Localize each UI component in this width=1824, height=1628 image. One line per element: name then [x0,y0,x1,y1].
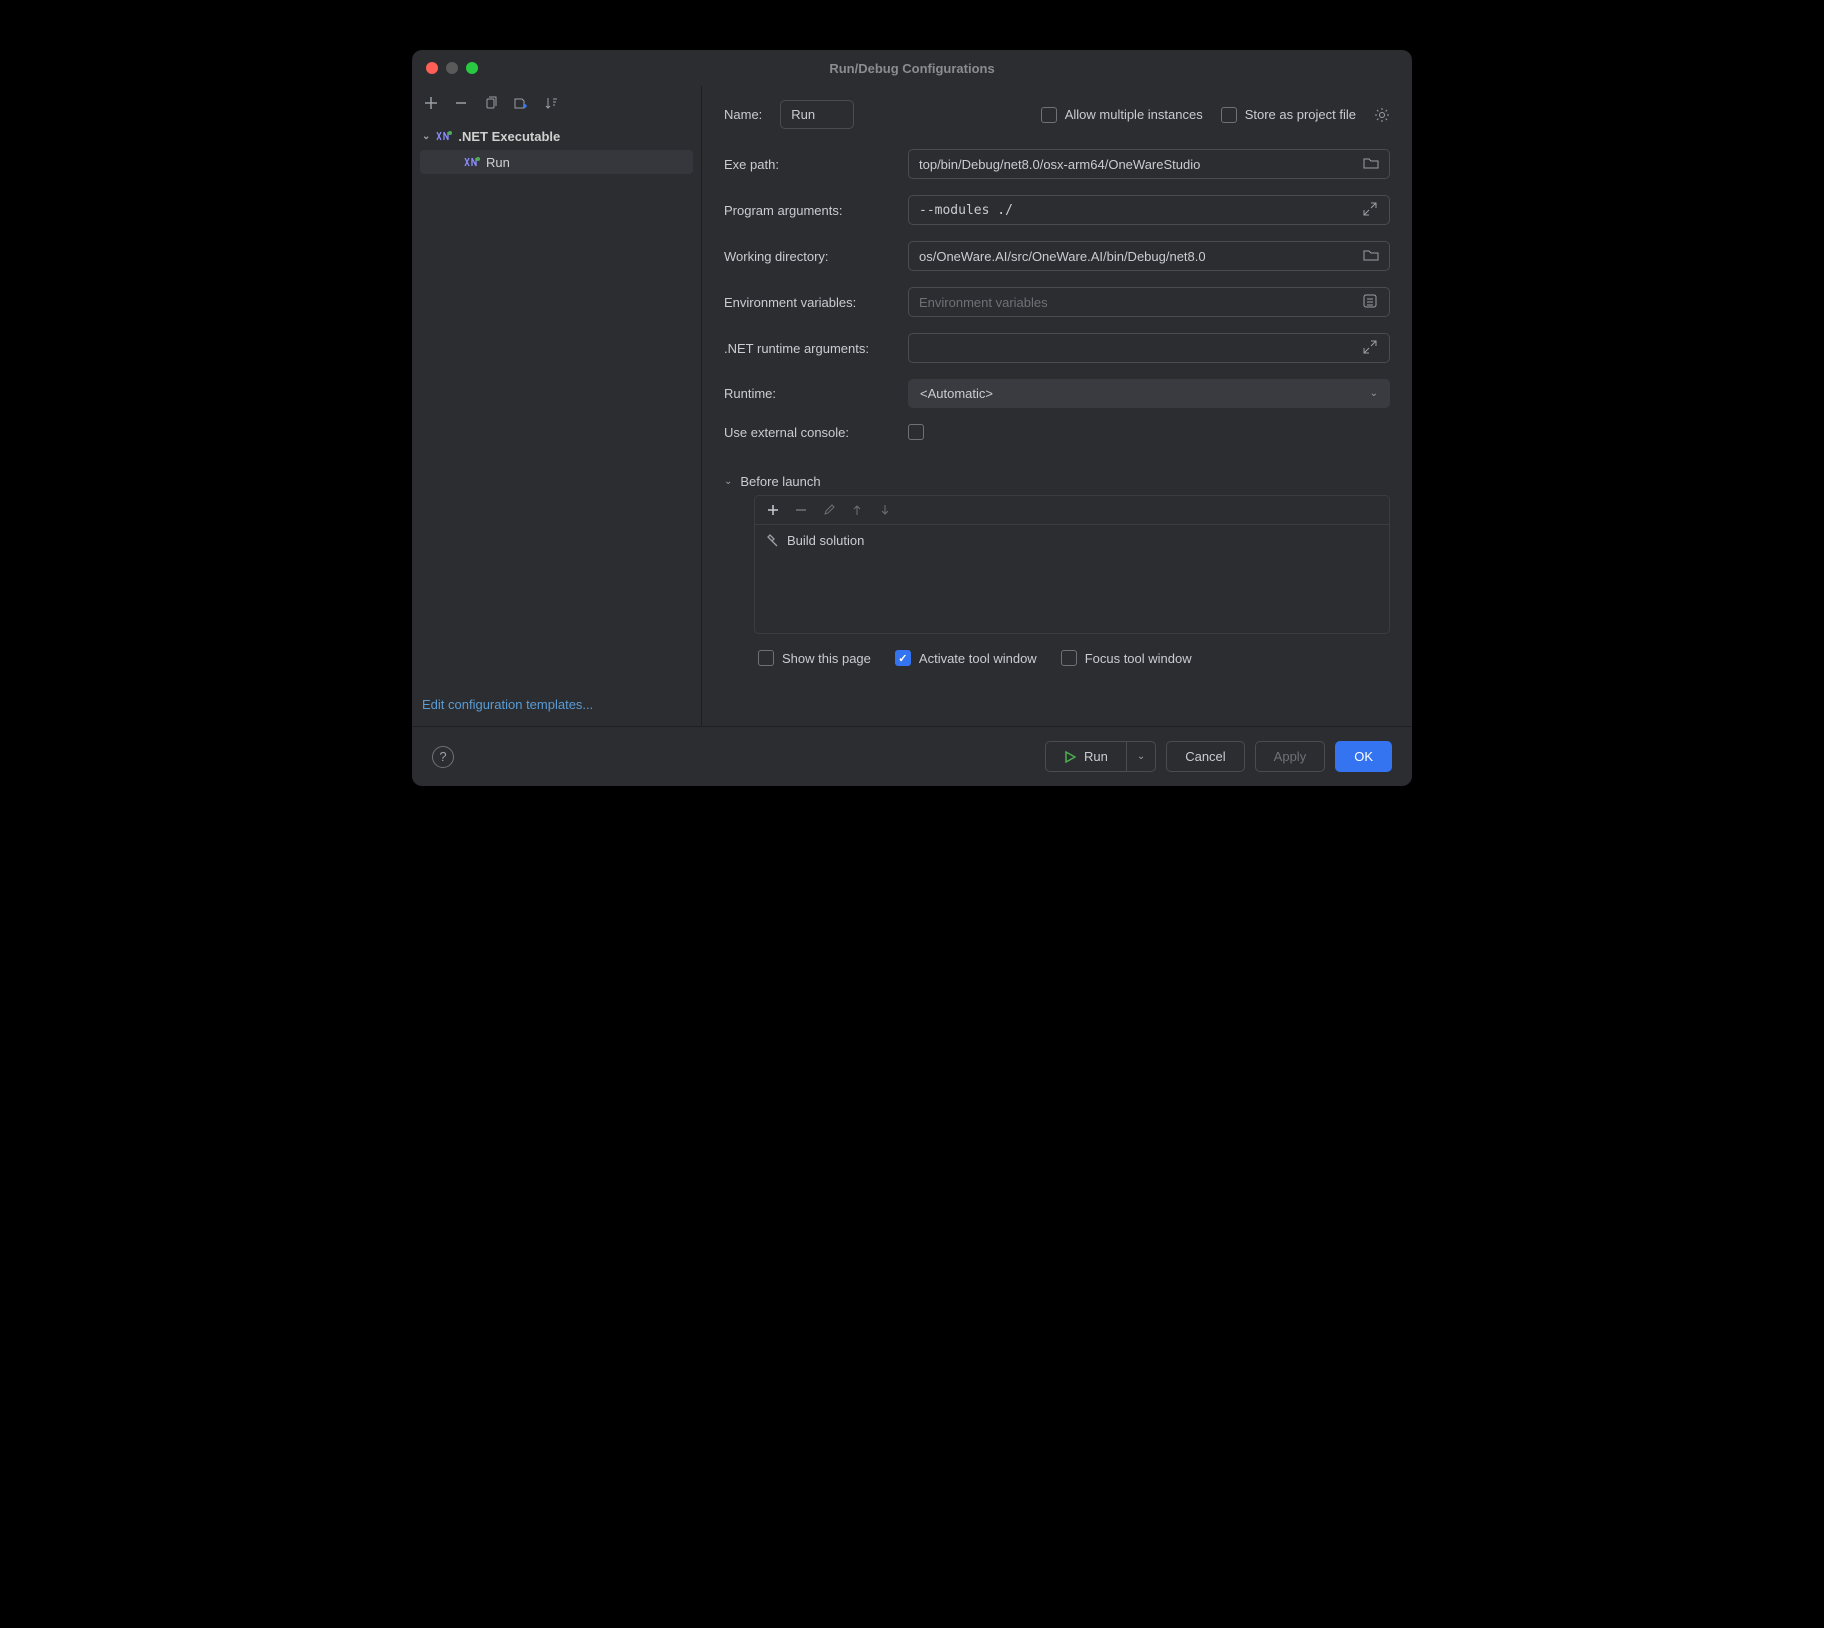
chevron-down-icon: ⌄ [1137,751,1145,762]
runtime-args-input[interactable] [908,333,1390,363]
config-group-label: .NET Executable [458,129,560,144]
before-launch-section[interactable]: ⌄ Before launch [724,474,1390,489]
runtime-value: <Automatic> [920,386,993,401]
env-input[interactable]: Environment variables [908,287,1390,317]
focus-tool-label: Focus tool window [1085,651,1192,666]
checkbox-icon [758,650,774,666]
close-window-button[interactable] [426,62,438,74]
list-item[interactable]: Build solution [765,533,1379,548]
config-item-run[interactable]: Run [420,150,693,174]
checkbox-icon [908,424,924,440]
config-item-label: Run [486,155,510,170]
list-icon[interactable] [1363,294,1379,310]
copy-config-button[interactable] [482,94,500,112]
checkbox-icon [1041,107,1057,123]
move-up-button[interactable] [849,502,865,518]
folder-icon[interactable] [1363,156,1379,172]
chevron-down-icon: ⌄ [422,131,430,142]
move-down-button[interactable] [877,502,893,518]
chevron-down-icon: ⌄ [1370,388,1378,399]
play-icon [1064,751,1076,763]
maximize-window-button[interactable] [466,62,478,74]
minimize-window-button[interactable] [446,62,458,74]
runtime-select[interactable]: <Automatic> ⌄ [908,379,1390,408]
program-args-label: Program arguments: [724,203,894,218]
runtime-label: Runtime: [724,386,894,401]
ok-button[interactable]: OK [1335,741,1392,772]
workdir-value: os/OneWare.AI/src/OneWare.AI/bin/Debug/n… [919,249,1355,264]
dotnet-icon [436,128,452,144]
help-button[interactable]: ? [432,746,454,768]
sort-config-button[interactable] [542,94,560,112]
traffic-lights [426,62,478,74]
config-group-net-executable[interactable]: ⌄ .NET Executable [412,124,701,148]
before-launch-toolbar [754,495,1390,524]
show-this-page-label: Show this page [782,651,871,666]
config-tree: ⌄ .NET Executable Run [412,120,701,685]
external-console-label: Use external console: [724,425,894,440]
env-label: Environment variables: [724,295,894,310]
folder-icon[interactable] [1363,248,1379,264]
gear-icon[interactable] [1374,107,1390,123]
run-dropdown-button[interactable]: ⌄ [1126,741,1156,772]
dialog-window: Run/Debug Configurations ⌄ .NET Executab… [412,50,1412,786]
run-button-label: Run [1084,749,1108,764]
external-console-checkbox[interactable] [908,424,924,440]
dotnet-icon [464,154,480,170]
show-this-page-checkbox[interactable]: Show this page [758,650,871,666]
name-input[interactable] [780,100,854,129]
save-config-button[interactable] [512,94,530,112]
list-item-label: Build solution [787,533,864,548]
expand-icon[interactable] [1363,340,1379,356]
cancel-button[interactable]: Cancel [1166,741,1244,772]
add-config-button[interactable] [422,94,440,112]
titlebar: Run/Debug Configurations [412,50,1412,86]
apply-button[interactable]: Apply [1255,741,1326,772]
hammer-icon [765,534,779,548]
program-args-input[interactable]: --modules ./ [908,195,1390,225]
exe-path-label: Exe path: [724,157,894,172]
allow-multiple-label: Allow multiple instances [1065,107,1203,122]
exe-path-input[interactable]: top/bin/Debug/net8.0/osx-arm64/OneWareSt… [908,149,1390,179]
remove-task-button[interactable] [793,502,809,518]
program-args-value: --modules ./ [919,203,1355,218]
store-project-checkbox[interactable]: Store as project file [1221,107,1356,123]
window-title: Run/Debug Configurations [412,61,1412,76]
checkbox-icon [1061,650,1077,666]
before-launch-label: Before launch [740,474,820,489]
add-task-button[interactable] [765,502,781,518]
checkbox-icon [1221,107,1237,123]
activate-tool-checkbox[interactable]: Activate tool window [895,650,1037,666]
run-button[interactable]: Run [1045,741,1126,772]
runtime-args-label: .NET runtime arguments: [724,341,894,356]
env-placeholder: Environment variables [919,295,1355,310]
edit-templates-link[interactable]: Edit configuration templates... [412,685,701,726]
checkbox-checked-icon [895,650,911,666]
focus-tool-checkbox[interactable]: Focus tool window [1061,650,1192,666]
workdir-label: Working directory: [724,249,894,264]
remove-config-button[interactable] [452,94,470,112]
workdir-input[interactable]: os/OneWare.AI/src/OneWare.AI/bin/Debug/n… [908,241,1390,271]
edit-task-button[interactable] [821,502,837,518]
chevron-down-icon: ⌄ [724,476,732,487]
sidebar-toolbar [412,86,701,120]
activate-tool-label: Activate tool window [919,651,1037,666]
expand-icon[interactable] [1363,202,1379,218]
before-launch-list[interactable]: Build solution [754,524,1390,634]
name-label: Name: [724,107,762,122]
allow-multiple-checkbox[interactable]: Allow multiple instances [1041,107,1203,123]
footer: ? Run ⌄ Cancel Apply OK [412,726,1412,786]
store-project-label: Store as project file [1245,107,1356,122]
main-panel: Name: Allow multiple instances Store as … [702,86,1412,726]
sidebar: ⌄ .NET Executable Run Edit configuration… [412,86,702,726]
exe-path-value: top/bin/Debug/net8.0/osx-arm64/OneWareSt… [919,157,1355,172]
